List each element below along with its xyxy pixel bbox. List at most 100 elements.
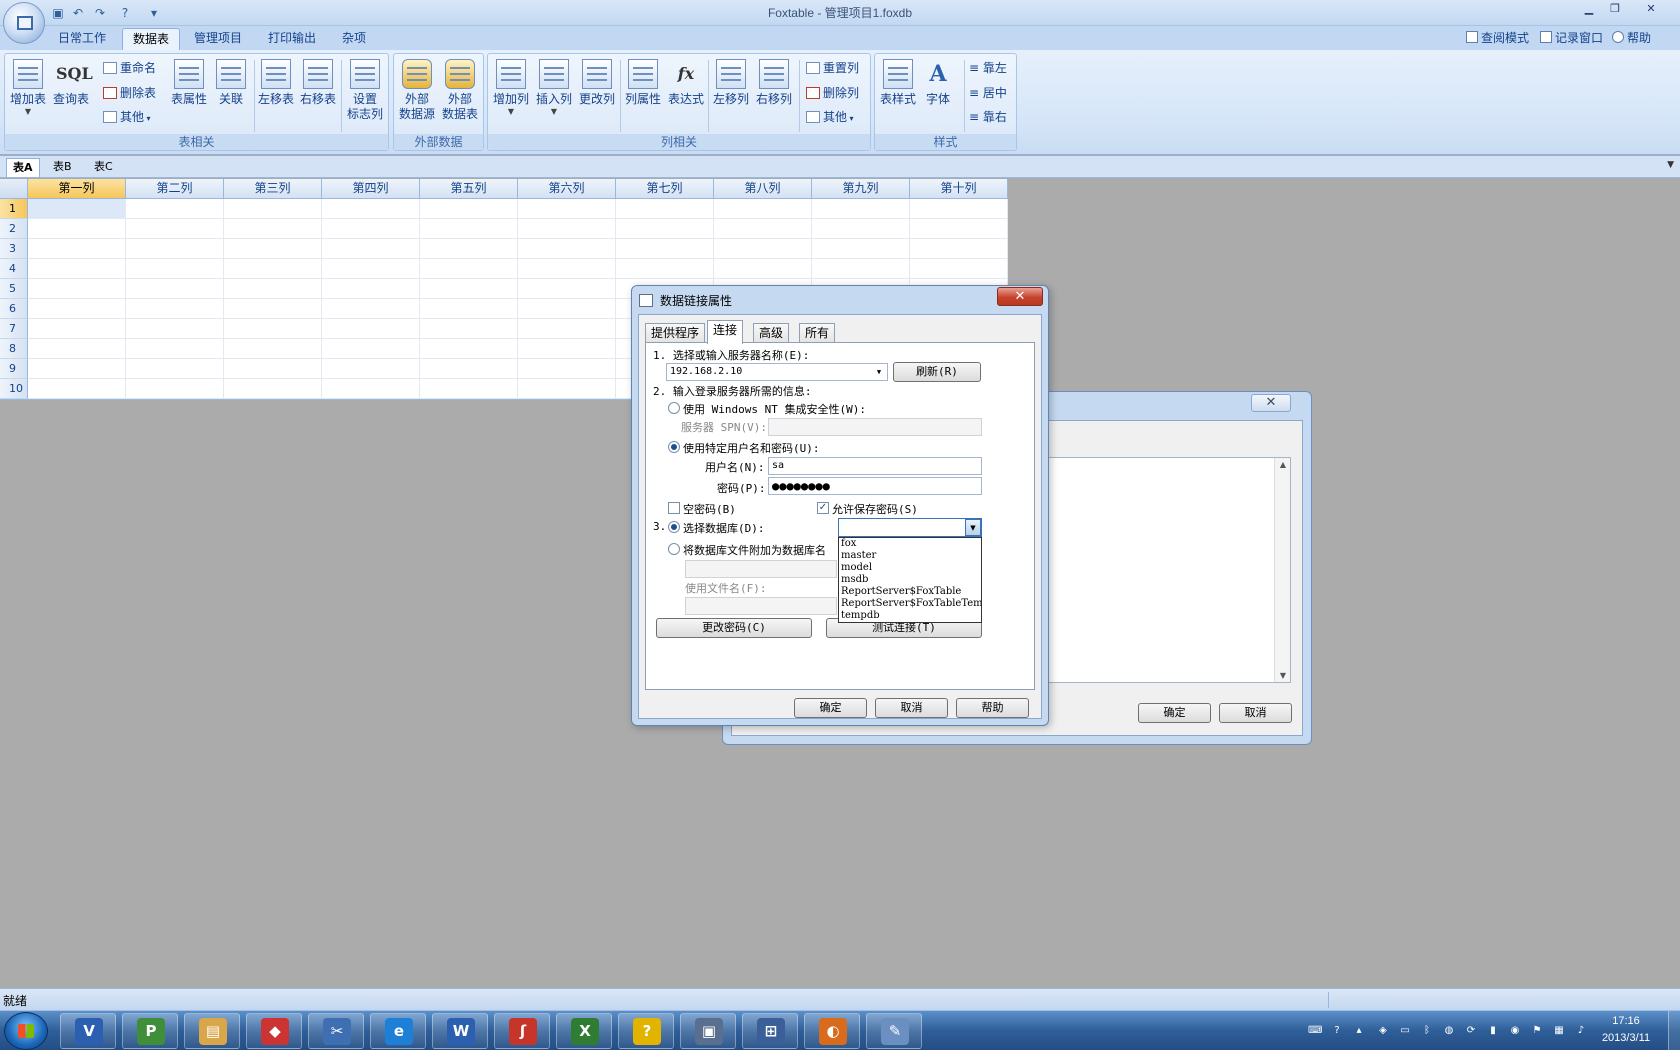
grid-cell[interactable] [616, 199, 714, 219]
database-option[interactable]: model [839, 562, 981, 574]
close-icon[interactable]: ✕ [997, 287, 1043, 306]
network-tray-icon[interactable]: ▦ [1552, 1024, 1566, 1038]
grid-cell[interactable] [714, 239, 812, 259]
change-password-button[interactable]: 更改密码(C) [656, 618, 812, 638]
tab-print-output[interactable]: 打印输出 [258, 28, 326, 50]
grid-cell[interactable] [518, 279, 616, 299]
grid-cell[interactable] [126, 219, 224, 239]
back-cancel-button[interactable]: 取消 [1219, 703, 1292, 723]
add-column-button[interactable]: 增加列 ▼ [491, 56, 531, 117]
taskbar-app-button[interactable]: ʃ [494, 1013, 550, 1049]
grid-cell[interactable] [616, 239, 714, 259]
add-table-button[interactable]: 增加表 ▼ [8, 56, 48, 117]
external-source-button[interactable]: 外部 数据源 [397, 56, 437, 122]
close-icon[interactable]: ✕ [1638, 0, 1664, 18]
grid-cell[interactable] [28, 359, 126, 379]
grid-cell[interactable] [518, 259, 616, 279]
column-header[interactable]: 第八列 [714, 179, 812, 199]
tab-provider[interactable]: 提供程序 [645, 323, 706, 343]
grid-cell[interactable] [420, 279, 518, 299]
tab-advanced[interactable]: 高级 [753, 323, 790, 343]
globe-icon[interactable]: ◍ [1442, 1024, 1456, 1038]
grid-cell[interactable] [714, 259, 812, 279]
grid-cell[interactable] [910, 259, 1008, 279]
grid-cell[interactable] [420, 259, 518, 279]
grid-cell[interactable] [518, 319, 616, 339]
grid-cell[interactable] [518, 199, 616, 219]
tab-misc[interactable]: 杂项 [332, 28, 376, 50]
grid-cell[interactable] [420, 379, 518, 399]
taskbar-app-button[interactable]: X [556, 1013, 612, 1049]
column-header[interactable]: 第七列 [616, 179, 714, 199]
database-option[interactable]: msdb [839, 574, 981, 586]
table-other-button[interactable]: 其他 ▾ [103, 107, 151, 127]
grid-cell[interactable] [126, 279, 224, 299]
office-button[interactable] [3, 2, 45, 44]
grid-cell[interactable] [322, 259, 420, 279]
grid-cell[interactable] [126, 299, 224, 319]
query-table-button[interactable]: SQL 查询表 [51, 56, 93, 107]
grid-cell[interactable] [616, 219, 714, 239]
relation-button[interactable]: 关联 [211, 56, 251, 107]
select-database-radio[interactable] [668, 521, 680, 533]
column-other-button[interactable]: 其他 ▾ [806, 107, 854, 127]
database-option[interactable]: master [839, 550, 981, 562]
bluetooth-icon[interactable]: ᛒ [1420, 1024, 1434, 1038]
grid-cell[interactable] [420, 299, 518, 319]
database-option[interactable]: tempdb [839, 610, 981, 622]
change-column-button[interactable]: 更改列 [577, 56, 617, 107]
sheet-tab-b[interactable]: 表B [47, 158, 78, 177]
password-input[interactable]: ●●●●●●●● [768, 477, 982, 495]
grid-cell[interactable] [224, 279, 322, 299]
row-header[interactable]: 10 [0, 379, 28, 399]
move-column-right-button[interactable]: 右移列 [754, 56, 794, 107]
column-header[interactable]: 第二列 [126, 179, 224, 199]
grid-cell[interactable] [126, 239, 224, 259]
grid-cell[interactable] [322, 279, 420, 299]
set-flag-column-button[interactable]: 设置 标志列 [345, 56, 385, 122]
taskbar-app-button[interactable]: ? [618, 1013, 674, 1049]
database-option[interactable]: fox [839, 538, 981, 550]
align-left-button[interactable]: ≡ 靠左 [969, 58, 1007, 78]
chevron-down-icon[interactable]: ▼ [872, 365, 886, 379]
grid-cell[interactable] [28, 319, 126, 339]
nt-security-radio[interactable] [668, 402, 680, 414]
grid-cell[interactable] [910, 199, 1008, 219]
rename-button[interactable]: 重命名 [103, 58, 156, 78]
column-header[interactable]: 第六列 [518, 179, 616, 199]
row-header[interactable]: 9 [0, 359, 28, 379]
server-spn-input[interactable] [768, 418, 982, 436]
grid-cell[interactable] [28, 279, 126, 299]
grid-cell[interactable] [126, 339, 224, 359]
grid-cell[interactable] [224, 259, 322, 279]
grid-cell[interactable] [518, 219, 616, 239]
taskbar-app-button[interactable]: V [60, 1013, 116, 1049]
database-combo[interactable]: ▼ [838, 518, 982, 537]
delete-table-button[interactable]: 删除表 [103, 83, 156, 103]
row-header[interactable]: 6 [0, 299, 28, 319]
insert-column-button[interactable]: 插入列 ▼ [534, 56, 574, 117]
username-input[interactable]: sa [768, 457, 982, 475]
column-header[interactable]: 第一列 [28, 179, 126, 199]
grid-cell[interactable] [126, 319, 224, 339]
chevron-up-icon[interactable]: ▴ [1352, 1024, 1366, 1038]
attach-db-name-input[interactable] [685, 560, 837, 578]
grid-cell[interactable] [28, 199, 126, 219]
grid-cell[interactable] [28, 259, 126, 279]
row-header[interactable]: 4 [0, 259, 28, 279]
battery-icon[interactable]: ▮ [1486, 1024, 1500, 1038]
start-button[interactable] [4, 1012, 48, 1050]
grid-cell[interactable] [518, 299, 616, 319]
grid-cell[interactable] [28, 299, 126, 319]
chevron-down-icon[interactable]: ▼ [1667, 160, 1674, 170]
grid-cell[interactable] [518, 379, 616, 399]
clock[interactable]: 17:16 2013/3/11 [1590, 1013, 1662, 1047]
grid-cell[interactable] [420, 219, 518, 239]
taskbar-app-button[interactable]: ⊞ [742, 1013, 798, 1049]
show-desktop-button[interactable] [1668, 1011, 1680, 1050]
grid-cell[interactable] [420, 199, 518, 219]
taskbar-app-button[interactable]: ◐ [804, 1013, 860, 1049]
restore-icon[interactable]: ❐ [1602, 0, 1628, 18]
tab-connection[interactable]: 连接 [707, 320, 744, 344]
move-column-left-button[interactable]: 左移列 [711, 56, 751, 107]
